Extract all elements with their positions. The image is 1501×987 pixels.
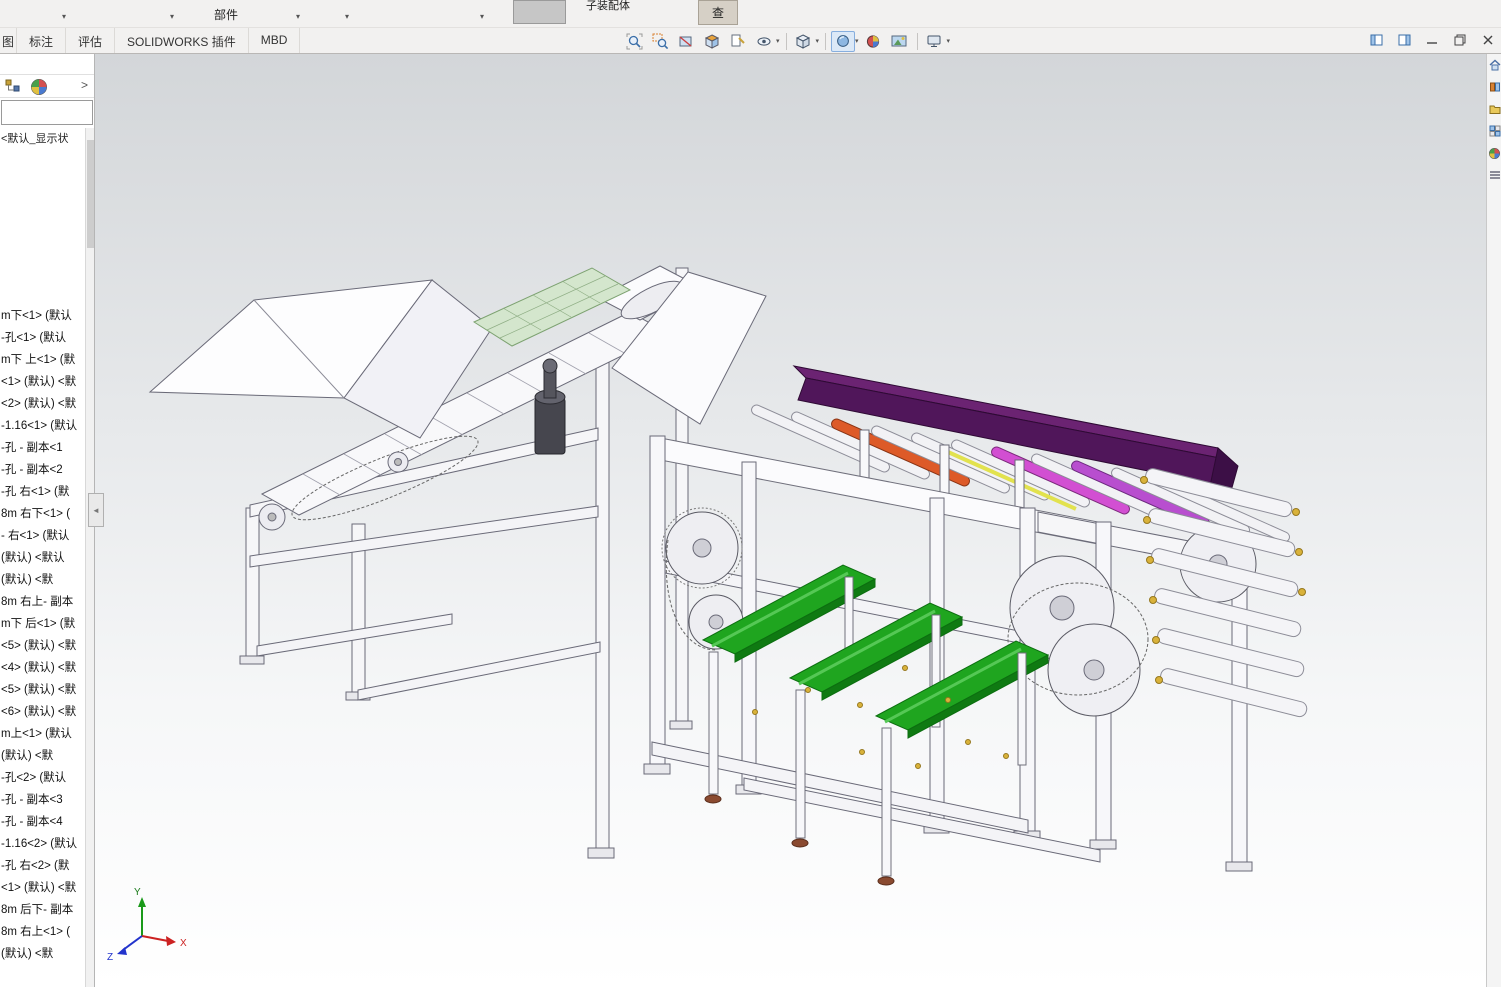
item-visibility-icon[interactable]: [752, 31, 776, 52]
heads-up-toolbar: ▾ ▾ ▾ ▾: [622, 30, 951, 52]
feature-tree-item[interactable]: -孔 右<1> (默: [1, 481, 85, 503]
ribbon-tab[interactable]: MBD: [249, 28, 301, 53]
ribbon-tab[interactable]: 图: [0, 28, 17, 53]
dropdown-caret-icon[interactable]: ▾: [480, 12, 484, 21]
feature-tree-item[interactable]: -孔 - 副本<4: [1, 811, 85, 833]
annotation-views-icon[interactable]: [726, 31, 750, 52]
feature-tree-item[interactable]: -孔 右<2> (默: [1, 855, 85, 877]
file-explorer-icon[interactable]: [1487, 98, 1501, 120]
configuration-manager-icon[interactable]: [30, 78, 48, 101]
restore-icon[interactable]: [1451, 32, 1469, 48]
collapse-panel-chevron-icon[interactable]: >: [81, 78, 88, 92]
feature-tree-item[interactable]: 8m 右上<1> (: [1, 921, 85, 943]
feature-tree-item[interactable]: - 右<1> (默认: [1, 525, 85, 547]
display-style-icon[interactable]: [792, 31, 816, 52]
toolbar-separator: [825, 33, 826, 50]
pane-left-icon[interactable]: [1367, 32, 1385, 48]
feature-tree-item[interactable]: (默认) <默: [1, 569, 85, 591]
screen-options-icon[interactable]: [923, 31, 947, 52]
display-state-combo[interactable]: [1, 100, 93, 125]
feature-tree-item[interactable]: m下<1> (默认: [1, 305, 85, 327]
appearances-icon[interactable]: [1487, 142, 1501, 164]
feature-tree-item[interactable]: <5> (默认) <默: [1, 679, 85, 701]
feature-tree-item[interactable]: (默认) <默认: [1, 547, 85, 569]
design-library-icon[interactable]: [1487, 76, 1501, 98]
triad-z-label: Z: [107, 952, 113, 963]
feature-tree-item[interactable]: -孔 - 副本<3: [1, 789, 85, 811]
feature-tree-item[interactable]: m下 后<1> (默: [1, 613, 85, 635]
feature-tree-item[interactable]: (默认) <默: [1, 745, 85, 767]
panel-splitter-handle[interactable]: ◄: [88, 493, 104, 527]
ribbon-tab[interactable]: SOLIDWORKS 插件: [115, 28, 249, 53]
feature-tree-root[interactable]: <默认_显示状: [1, 130, 85, 146]
feature-tree-item[interactable]: -孔<2> (默认: [1, 767, 85, 789]
subassembly-button[interactable]: 子装配体: [586, 1, 630, 12]
panel-scrollbar[interactable]: [85, 128, 94, 987]
dropdown-caret-icon[interactable]: ▾: [855, 37, 859, 45]
dropdown-caret-icon[interactable]: ▾: [816, 37, 820, 45]
feature-tree-item[interactable]: -1.16<1> (默认: [1, 415, 85, 437]
command-manager-tabbar: 图标注评估SOLIDWORKS 插件MBD ▾ ▾ ▾: [0, 28, 1501, 54]
feature-tree-item[interactable]: 8m 后下- 副本: [1, 899, 85, 921]
feature-tree-item[interactable]: <1> (默认) <默: [1, 371, 85, 393]
components-button[interactable]: 部件: [214, 6, 238, 23]
minimize-icon[interactable]: [1423, 32, 1441, 48]
close-icon[interactable]: [1479, 32, 1497, 48]
feature-tree-item[interactable]: -孔 - 副本<2: [1, 459, 85, 481]
window-controls: [1367, 32, 1497, 48]
feature-tree-item[interactable]: 8m 右上- 副本: [1, 591, 85, 613]
panel-scrollbar-thumb[interactable]: [87, 140, 94, 248]
feature-tree-item[interactable]: m上<1> (默认: [1, 723, 85, 745]
edit-appearance-icon[interactable]: [862, 31, 886, 52]
dropdown-caret-icon[interactable]: ▾: [62, 12, 66, 21]
toolbar-separator: [917, 33, 918, 50]
feature-tree-item[interactable]: -1.16<2> (默认: [1, 833, 85, 855]
triad-y-label: Y: [134, 887, 141, 898]
feature-tree-item[interactable]: <1> (默认) <默: [1, 877, 85, 899]
feature-manager-tabs: >: [0, 74, 94, 98]
view-palette-icon[interactable]: [1487, 120, 1501, 142]
ribbon: ▾ ▾ 部件 ▾ ▾ ▾ 子装配体 查: [0, 0, 1501, 28]
zoom-to-area-icon[interactable]: [648, 31, 672, 52]
resources-home-icon[interactable]: [1487, 54, 1501, 76]
pane-right-icon[interactable]: [1395, 32, 1413, 48]
feature-tree: m下<1> (默认-孔<1> (默认m下 上<1> (默<1> (默认) <默<…: [1, 305, 85, 965]
dropdown-caret-icon[interactable]: ▾: [947, 37, 951, 45]
feature-manager-tree-icon[interactable]: [4, 78, 22, 101]
feature-tree-item[interactable]: (默认) <默: [1, 943, 85, 965]
roller-conveyor-assembly[interactable]: [644, 366, 1308, 885]
assembly-model[interactable]: Y X Z: [95, 54, 1486, 987]
feature-tree-item[interactable]: -孔 - 副本<1: [1, 437, 85, 459]
zoom-to-fit-icon[interactable]: [622, 31, 646, 52]
feature-manager-panel: > <默认_显示状 m下<1> (默认-孔<1> (默认m下 上<1> (默<1…: [0, 54, 95, 987]
dropdown-caret-icon[interactable]: ▾: [776, 37, 780, 45]
view-settings-icon[interactable]: [831, 31, 855, 52]
ribbon-tab[interactable]: 评估: [66, 28, 115, 53]
ribbon-large-button[interactable]: [513, 0, 566, 24]
dropdown-caret-icon[interactable]: ▾: [170, 12, 174, 21]
view-orientation-cube-icon[interactable]: [700, 31, 724, 52]
ribbon-tab[interactable]: 标注: [17, 28, 66, 53]
feature-tree-item[interactable]: 8m 右下<1> (: [1, 503, 85, 525]
section-view-icon[interactable]: [674, 31, 698, 52]
graphics-viewport[interactable]: Y X Z: [95, 54, 1486, 987]
feature-tree-item[interactable]: <5> (默认) <默: [1, 635, 85, 657]
custom-properties-icon[interactable]: [1487, 164, 1501, 186]
feature-tree-item[interactable]: <2> (默认) <默: [1, 393, 85, 415]
toolbar-separator: [786, 33, 787, 50]
dropdown-caret-icon[interactable]: ▾: [345, 12, 349, 21]
dropdown-caret-icon[interactable]: ▾: [296, 12, 300, 21]
triad-x-label: X: [180, 938, 187, 949]
feature-tree-item[interactable]: -孔<1> (默认: [1, 327, 85, 349]
apply-scene-icon[interactable]: [888, 31, 912, 52]
feature-tree-item[interactable]: <4> (默认) <默: [1, 657, 85, 679]
feature-tree-item[interactable]: <6> (默认) <默: [1, 701, 85, 723]
orientation-triad[interactable]: Y X Z: [107, 887, 187, 963]
evaluate-button[interactable]: 查: [698, 0, 738, 25]
task-pane-strip: [1486, 54, 1501, 987]
feature-tree-item[interactable]: m下 上<1> (默: [1, 349, 85, 371]
